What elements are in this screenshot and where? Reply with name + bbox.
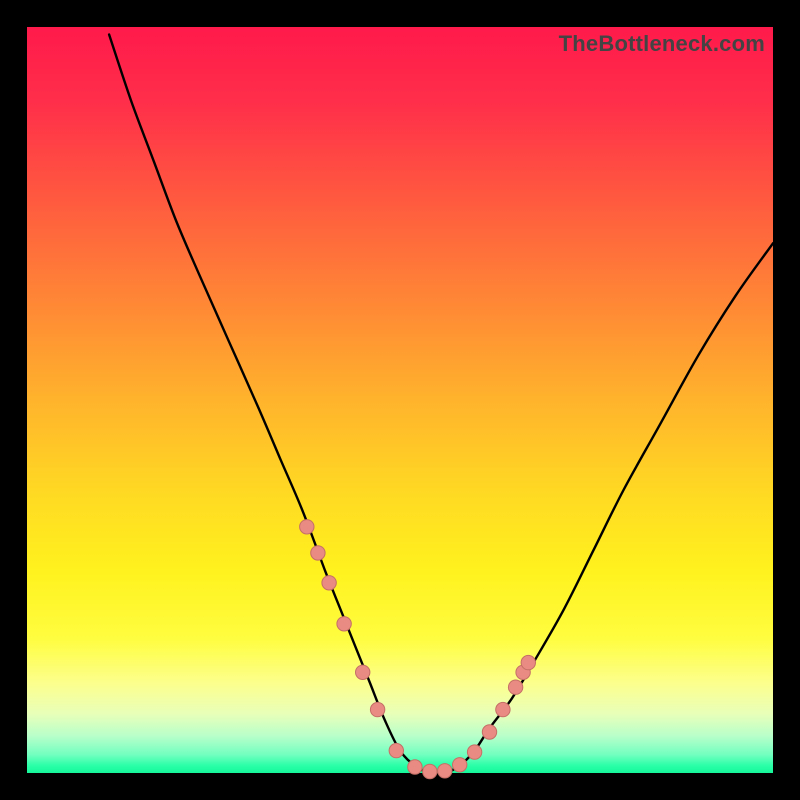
highlight-marker [423, 764, 437, 778]
highlight-marker [438, 764, 452, 778]
highlight-marker [496, 702, 510, 716]
bottleneck-curve [109, 35, 773, 774]
curve-layer [27, 27, 773, 773]
chart-frame: TheBottleneck.com [0, 0, 800, 800]
highlight-marker [508, 680, 522, 694]
highlight-marker [370, 702, 384, 716]
highlight-markers [300, 520, 536, 779]
highlight-marker [521, 655, 535, 669]
plot-area: TheBottleneck.com [27, 27, 773, 773]
highlight-marker [482, 725, 496, 739]
highlight-marker [322, 576, 336, 590]
highlight-marker [389, 743, 403, 757]
highlight-marker [453, 758, 467, 772]
highlight-marker [467, 745, 481, 759]
highlight-marker [408, 760, 422, 774]
highlight-marker [356, 665, 370, 679]
highlight-marker [311, 546, 325, 560]
highlight-marker [337, 617, 351, 631]
highlight-marker [300, 520, 314, 534]
